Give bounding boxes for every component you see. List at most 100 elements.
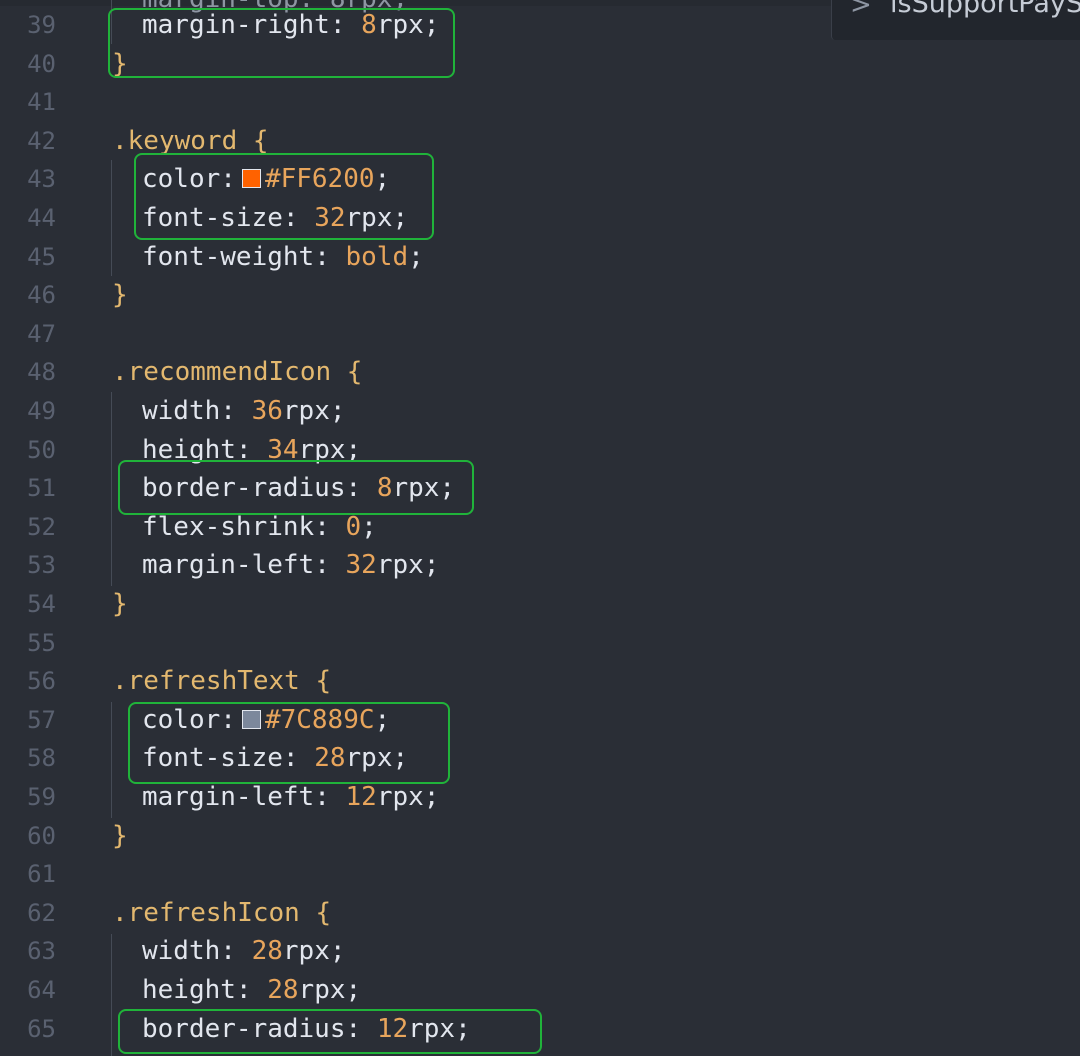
css-property: margin-left [142, 550, 315, 581]
code-line[interactable]: 45 font-weight: bold; [0, 238, 1080, 277]
css-unit: ; [361, 511, 377, 542]
indent-guide [111, 160, 112, 276]
code-line[interactable]: 52 flex-shrink: 0; [0, 508, 1080, 547]
css-selector: .refreshText [112, 666, 300, 697]
line-number: 40 [27, 49, 56, 78]
code-line[interactable]: 41 [0, 83, 1080, 122]
colon: : [329, 10, 362, 40]
suggestion-popup[interactable]: > isSupportPayS [831, 0, 1080, 40]
css-property: margin-left [142, 782, 315, 812]
close-brace: } [112, 820, 128, 851]
line-number: 62 [27, 898, 56, 927]
code-line[interactable]: 63 width: 28rpx; [0, 932, 1080, 971]
line-number: 53 [27, 551, 56, 580]
line-number: 60 [27, 821, 56, 850]
code-text: width: 28rpx; [142, 932, 346, 971]
colon: : [220, 704, 236, 735]
colon: : [314, 550, 346, 581]
css-selector: .keyword [112, 125, 238, 156]
code-line[interactable]: 59 margin-left: 12rpx; [0, 778, 1080, 817]
line-number: 58 [27, 744, 56, 773]
css-property: margin-right [142, 10, 330, 40]
colon: : [220, 396, 252, 426]
line-number: 59 [27, 783, 56, 811]
color-swatch-icon[interactable] [241, 709, 261, 729]
line-number: 65 [27, 1014, 56, 1043]
css-property: color [142, 704, 221, 735]
colon: : [282, 743, 315, 774]
code-line[interactable]: 64 height: 28rpx; [0, 971, 1080, 1010]
indent-guide [111, 0, 112, 44]
semicolon: ; [374, 704, 391, 735]
line-number: 43 [27, 165, 56, 194]
line-number: 49 [27, 397, 56, 425]
code-text: color: #FF6200; [142, 160, 390, 199]
css-keyword: bold [345, 241, 409, 272]
css-property: color [142, 164, 221, 195]
css-property: height [142, 975, 236, 1005]
color-swatch-icon[interactable] [241, 169, 261, 189]
code-text: } [112, 276, 128, 315]
code-line[interactable]: 51 border-radius: 8rpx; [0, 469, 1080, 508]
code-line[interactable]: 46} [0, 276, 1080, 315]
code-line[interactable]: 65 border-radius: 12rpx; [0, 1010, 1080, 1049]
code-line[interactable]: 56 .refreshText { [0, 662, 1080, 701]
css-property: width [142, 396, 221, 426]
code-line[interactable]: 42 .keyword { [0, 122, 1080, 161]
colon: : [220, 164, 236, 195]
css-property: font-size [142, 743, 283, 774]
code-line[interactable]: 48 .recommendIcon { [0, 353, 1080, 392]
code-line[interactable]: 44 font-size: 32rpx; [0, 199, 1080, 238]
line-number: 39 [27, 11, 56, 39]
code-line[interactable]: 57 color: #7C889C; [0, 701, 1080, 740]
code-line[interactable]: 50 height: 34rpx; [0, 431, 1080, 470]
css-property: font-size [142, 203, 283, 233]
code-line[interactable]: 49 width: 36rpx; [0, 392, 1080, 431]
code-line[interactable]: 60} [0, 817, 1080, 856]
line-number: 57 [27, 705, 56, 734]
code-line[interactable]: 55 [0, 624, 1080, 663]
code-line[interactable]: 43 color: #FF6200; [0, 160, 1080, 199]
chevron-right-icon[interactable]: > [850, 0, 872, 20]
code-editor[interactable]: margin-top: 8rpx; 39margin-right: 8rpx;4… [0, 0, 1080, 1056]
css-number: 12 [376, 1013, 409, 1044]
css-unit: rpx; [408, 1013, 471, 1044]
css-property: font-weight [142, 241, 315, 272]
code-text: font-size: 28rpx; [142, 739, 408, 778]
css-number: 36 [251, 396, 283, 426]
code-line[interactable]: 54} [0, 585, 1080, 624]
css-number: 32 [314, 203, 346, 233]
line-number: 41 [27, 88, 56, 117]
code-line[interactable]: 58 font-size: 28rpx; [0, 739, 1080, 778]
css-number: 28 [251, 936, 283, 967]
close-brace: } [112, 48, 128, 79]
close-brace: } [112, 280, 128, 311]
css-property: width [142, 936, 221, 967]
colon: : [314, 511, 346, 542]
code-line[interactable]: 40} [0, 45, 1080, 84]
suggestion-item[interactable]: isSupportPayS [890, 0, 1080, 19]
line-number: 56 [27, 667, 56, 696]
colon: : [282, 203, 315, 233]
open-brace: { [299, 897, 332, 928]
line-number: 52 [27, 512, 56, 541]
code-text: border-radius: 8rpx; [142, 469, 455, 508]
colon: : [235, 975, 268, 1005]
code-text: height: 28rpx; [142, 971, 361, 1010]
code-line[interactable]: 62 .refreshIcon { [0, 894, 1080, 933]
colon: : [314, 241, 346, 272]
css-selector: .refreshIcon [112, 897, 300, 928]
code-line[interactable]: 53 margin-left: 32rpx; [0, 546, 1080, 585]
line-number: 63 [27, 937, 56, 966]
code-text: .refreshIcon { [112, 894, 331, 933]
code-text: margin-left: 12rpx; [142, 778, 439, 817]
css-unit: rpx; [345, 203, 409, 233]
css-property: flex-shrink [142, 511, 315, 542]
code-line[interactable]: 47 [0, 315, 1080, 354]
colon: : [345, 473, 377, 504]
code-text: } [112, 817, 128, 856]
code-text: .recommendIcon { [112, 353, 362, 392]
semicolon: ; [374, 164, 391, 195]
css-unit: rpx; [282, 396, 346, 426]
code-line[interactable]: 61 [0, 855, 1080, 894]
